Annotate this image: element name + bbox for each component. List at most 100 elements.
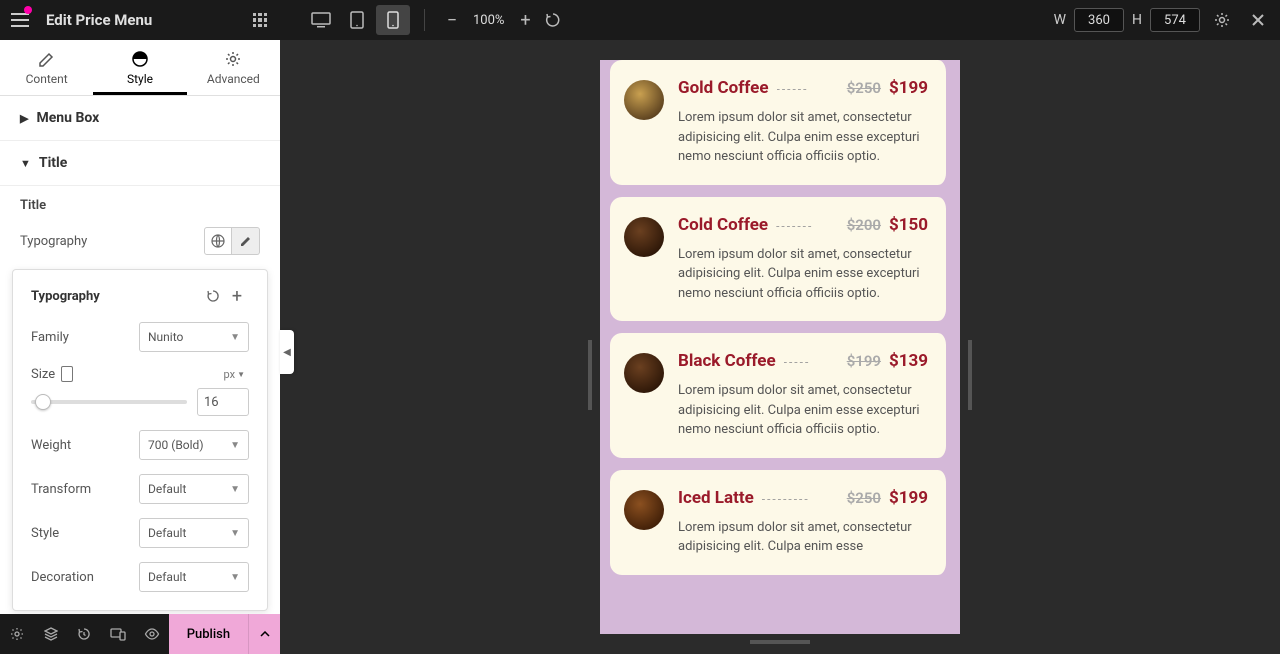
decoration-value: Default — [148, 570, 186, 584]
close-button[interactable] — [1244, 6, 1272, 34]
style-icon — [131, 50, 149, 68]
style-select[interactable]: Default ▼ — [139, 518, 249, 548]
separator-dots: ------ — [777, 82, 839, 96]
zoom-value: 100% — [473, 13, 504, 28]
device-tablet-button[interactable] — [340, 5, 374, 35]
typography-global-button[interactable] — [204, 227, 232, 255]
unsaved-dot-icon — [24, 6, 32, 14]
chevron-down-icon: ▼ — [230, 572, 240, 583]
device-mobile-button[interactable] — [376, 5, 410, 35]
menu-item-price: $150 — [889, 215, 928, 235]
tab-style[interactable]: Style — [93, 40, 186, 95]
transform-label: Transform — [31, 482, 139, 497]
responsive-tools: − 100% + — [304, 5, 566, 35]
menu-item-name: Cold Coffee — [678, 215, 768, 235]
family-select[interactable]: Nunito ▼ — [139, 322, 249, 352]
devices-icon — [110, 627, 126, 641]
page-settings-button[interactable] — [0, 614, 34, 654]
field-weight: Weight 700 (Bold) ▼ — [31, 430, 249, 460]
style-value: Default — [148, 526, 186, 540]
zoom-reset-button[interactable] — [540, 7, 566, 33]
menu-item-image — [624, 353, 664, 393]
reset-icon — [545, 12, 561, 28]
transform-select[interactable]: Default ▼ — [139, 474, 249, 504]
menu-item-name: Gold Coffee — [678, 78, 769, 98]
size-unit-select[interactable]: px ▼ — [224, 368, 245, 381]
menu-item-desc: Lorem ipsum dolor sit amet, consectetur … — [678, 518, 928, 557]
chevron-up-icon — [260, 631, 270, 637]
tab-style-label: Style — [127, 72, 153, 86]
price-menu-widget[interactable]: Gold Coffee ------ $250 $199 Lorem ipsum… — [600, 60, 960, 575]
title-sublabel: Title — [0, 186, 280, 219]
decoration-select[interactable]: Default ▼ — [139, 562, 249, 592]
section-menu-box[interactable]: ▶ Menu Box — [0, 96, 280, 141]
preview-button[interactable] — [135, 614, 169, 654]
responsive-icon[interactable] — [61, 366, 73, 382]
sidebar: Content Style Advanced ▶ Menu Box ▼ Titl… — [0, 40, 280, 614]
zoom-in-button[interactable]: + — [512, 7, 538, 33]
typography-row: Typography — [0, 219, 280, 263]
width-input[interactable] — [1074, 8, 1124, 32]
menu-item: Gold Coffee ------ $250 $199 Lorem ipsum… — [610, 60, 950, 185]
menu-item-old-price: $250 — [847, 79, 881, 97]
separator-dots: ------- — [776, 219, 839, 233]
tab-advanced-label: Advanced — [207, 72, 260, 86]
canvas: ◀ Gold Coffee ------ $250 $199 Lorem ips… — [280, 40, 1280, 654]
typography-popover-header: Typography + — [31, 284, 249, 308]
typography-reset-button[interactable] — [201, 284, 225, 308]
weight-select[interactable]: 700 (Bold) ▼ — [139, 430, 249, 460]
layers-icon — [44, 627, 58, 641]
menu-item: Cold Coffee ------- $200 $150 Lorem ipsu… — [610, 197, 950, 322]
field-style: Style Default ▼ — [31, 518, 249, 548]
publish-button[interactable]: Publish — [169, 614, 248, 654]
size-slider[interactable] — [31, 400, 187, 404]
typography-edit-button[interactable] — [232, 227, 260, 255]
sidebar-tabs: Content Style Advanced — [0, 40, 280, 96]
menu-item-image — [624, 80, 664, 120]
sidebar-collapse-button[interactable]: ◀ — [280, 330, 294, 374]
hamburger-icon — [11, 13, 29, 27]
gear-icon — [1214, 12, 1230, 28]
menu-item-name: Iced Latte — [678, 488, 754, 508]
tab-advanced[interactable]: Advanced — [187, 40, 280, 95]
tab-content[interactable]: Content — [0, 40, 93, 95]
device-desktop-button[interactable] — [304, 5, 338, 35]
zoom-out-button[interactable]: − — [439, 7, 465, 33]
menu-item: Black Coffee ----- $199 $139 Lorem ipsum… — [610, 333, 950, 458]
section-title-label: Title — [39, 155, 67, 171]
history-button[interactable] — [67, 614, 101, 654]
style-panel: ▶ Menu Box ▼ Title Title Typography Typo… — [0, 96, 280, 614]
field-family: Family Nunito ▼ — [31, 322, 249, 352]
chevron-down-icon: ▼ — [230, 528, 240, 539]
undo-icon — [206, 289, 220, 303]
size-unit-value: px — [224, 368, 236, 381]
device-frame-wrap: Gold Coffee ------ $250 $199 Lorem ipsum… — [600, 60, 960, 634]
pencil-icon — [240, 235, 252, 247]
page-title: Edit Price Menu — [46, 11, 152, 29]
section-title[interactable]: ▼ Title — [0, 141, 280, 186]
menu-item-image — [624, 490, 664, 530]
resize-handle-right[interactable] — [968, 340, 972, 410]
responsive-button[interactable] — [101, 614, 135, 654]
height-input[interactable] — [1150, 8, 1200, 32]
caret-down-icon: ▼ — [20, 157, 31, 170]
resize-handle-bottom[interactable] — [750, 640, 810, 644]
size-input[interactable] — [197, 388, 249, 416]
slider-thumb[interactable] — [35, 394, 51, 410]
navigator-button[interactable] — [34, 614, 68, 654]
settings-button[interactable] — [1208, 6, 1236, 34]
menu-item-price: $199 — [889, 78, 928, 98]
typography-label: Typography — [20, 234, 204, 249]
height-label: H — [1132, 12, 1142, 28]
menu-item-name: Black Coffee — [678, 351, 776, 371]
menu-item-price: $199 — [889, 488, 928, 508]
apps-button[interactable] — [240, 0, 280, 40]
hamburger-menu-button[interactable] — [0, 0, 40, 40]
menu-item-desc: Lorem ipsum dolor sit amet, consectetur … — [678, 108, 928, 167]
typography-add-button[interactable]: + — [225, 284, 249, 308]
chevron-down-icon: ▼ — [230, 332, 240, 343]
menu-item-image — [624, 217, 664, 257]
publish-options-button[interactable] — [248, 614, 280, 654]
resize-handle-left[interactable] — [588, 340, 592, 410]
menu-item-desc: Lorem ipsum dolor sit amet, consectetur … — [678, 245, 928, 304]
